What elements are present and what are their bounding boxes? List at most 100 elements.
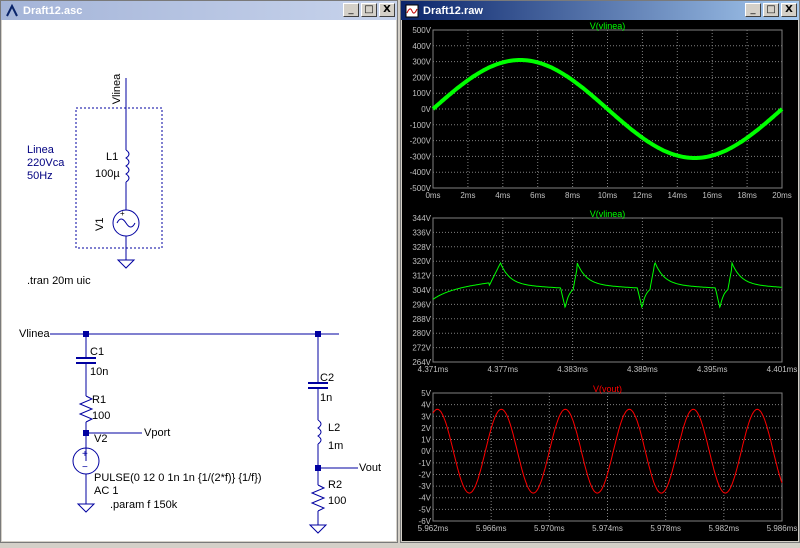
x-tick-label: 5.970ms — [534, 524, 565, 533]
l2-label: L2 — [328, 422, 340, 434]
ground-icon — [76, 503, 96, 513]
schematic-window[interactable]: Draft12.asc _ □ X Vlinea L1 100µ + V1 Li… — [0, 0, 398, 543]
x-tick-label: 12ms — [633, 191, 653, 200]
l1-inductor[interactable] — [125, 149, 130, 183]
ltspice-schematic-icon — [6, 3, 18, 16]
y-tick-label: -5V — [419, 505, 432, 514]
r1-value: 100 — [92, 410, 110, 422]
y-tick-label: 1V — [421, 436, 431, 445]
c1-label: C1 — [90, 346, 104, 358]
vout-label: Vout — [359, 462, 381, 474]
minus-icon: − — [82, 462, 88, 473]
close-button[interactable]: X — [379, 3, 395, 17]
y-tick-label: -400V — [410, 168, 432, 177]
y-tick-label: 0V — [421, 105, 431, 114]
x-tick-label: 5.986ms — [767, 524, 798, 533]
waveform-plots[interactable]: V(vlinea)500V400V300V200V100V0V-100V-200… — [402, 20, 800, 543]
note-linea: Linea — [27, 144, 55, 156]
vlinea-bus-label: Vlinea — [19, 328, 50, 340]
y-tick-label: -1V — [419, 459, 432, 468]
x-tick-label: 6ms — [530, 191, 545, 200]
y-tick-label: 312V — [412, 272, 431, 281]
l1-label: L1 — [106, 151, 118, 163]
l2-inductor[interactable] — [317, 419, 322, 445]
vlinea-top-label: Vlinea — [111, 73, 123, 104]
tran-directive[interactable]: .tran 20m uic — [27, 275, 91, 287]
x-tick-label: 8ms — [565, 191, 580, 200]
y-tick-label: -300V — [410, 152, 432, 161]
x-tick-label: 5.978ms — [650, 524, 681, 533]
waveform-trace[interactable] — [432, 261, 783, 309]
schematic-drawing[interactable]: Vlinea L1 100µ + V1 Linea 220Vca 50Hz .t… — [2, 20, 398, 543]
close-button[interactable]: X — [781, 3, 797, 17]
y-tick-label: 2V — [421, 424, 431, 433]
param-directive[interactable]: .param f 150k — [110, 499, 178, 511]
r1-resistor[interactable] — [78, 395, 94, 423]
r2-resistor[interactable] — [310, 484, 326, 512]
x-tick-label: 2ms — [460, 191, 475, 200]
note-frequency: 50Hz — [27, 170, 53, 182]
y-tick-label: 344V — [412, 214, 431, 223]
minimize-button[interactable]: _ — [343, 3, 359, 17]
maximize-button[interactable]: □ — [763, 3, 779, 17]
y-tick-label: 296V — [412, 300, 431, 309]
x-tick-label: 4.389ms — [627, 365, 658, 374]
y-tick-label: -3V — [419, 482, 432, 491]
l1-value: 100µ — [95, 168, 120, 180]
schematic-title: Draft12.asc — [23, 4, 83, 17]
y-tick-label: 100V — [412, 89, 431, 98]
y-tick-label: -2V — [419, 470, 432, 479]
y-tick-label: 336V — [412, 228, 431, 237]
y-tick-label: 280V — [412, 329, 431, 338]
sine-icon — [116, 218, 136, 228]
y-tick-label: 272V — [412, 344, 431, 353]
minimize-button[interactable]: _ — [745, 3, 761, 17]
y-tick-label: 328V — [412, 243, 431, 252]
y-tick-label: 300V — [412, 58, 431, 67]
x-tick-label: 4.401ms — [767, 365, 798, 374]
y-tick-label: 3V — [421, 412, 431, 421]
y-tick-label: 400V — [412, 42, 431, 51]
x-tick-label: 4.371ms — [418, 365, 449, 374]
y-tick-label: -200V — [410, 137, 432, 146]
waveform-window[interactable]: Draft12.raw _ □ X V(vlinea) 500V 400V 300V 2… — [400, 0, 800, 543]
r2-label: R2 — [328, 479, 342, 491]
v2-pulse-value: PULSE(0 12 0 1n 1n {1/(2*f)} {1/f}) — [94, 472, 262, 484]
x-tick-label: 18ms — [737, 191, 757, 200]
c2-value: 1n — [320, 392, 332, 404]
v2-label: V2 — [94, 433, 107, 445]
schematic-titlebar[interactable]: Draft12.asc _ □ X — [1, 1, 397, 20]
x-tick-label: 4.383ms — [557, 365, 588, 374]
x-tick-label: 5.962ms — [418, 524, 449, 533]
r2-value: 100 — [328, 495, 346, 507]
plus-icon: + — [120, 209, 125, 218]
plus-icon: + — [82, 449, 88, 460]
y-tick-label: 304V — [412, 286, 431, 295]
c2-label: C2 — [320, 372, 334, 384]
x-tick-label: 4.377ms — [487, 365, 518, 374]
x-tick-label: 16ms — [702, 191, 722, 200]
x-tick-label: 20ms — [772, 191, 792, 200]
x-tick-label: 4.395ms — [697, 365, 728, 374]
y-tick-label: 320V — [412, 257, 431, 266]
vport-label: Vport — [144, 427, 170, 439]
schematic-canvas[interactable]: Vlinea L1 100µ + V1 Linea 220Vca 50Hz .t… — [2, 20, 396, 541]
maximize-button[interactable]: □ — [361, 3, 377, 17]
y-tick-label: 5V — [421, 389, 431, 398]
l2-value: 1m — [328, 440, 343, 452]
waveform-canvas[interactable]: V(vlinea) 500V 400V 300V 200V 100V 0V -100V -200… — [402, 20, 798, 541]
c1-value: 10n — [90, 366, 108, 378]
x-tick-label: 10ms — [598, 191, 618, 200]
y-tick-label: 200V — [412, 73, 431, 82]
y-tick-label: 0V — [421, 447, 431, 456]
ground-icon — [308, 524, 328, 534]
x-tick-label: 5.966ms — [476, 524, 507, 533]
waveform-title: Draft12.raw — [423, 4, 483, 17]
x-tick-label: 14ms — [668, 191, 688, 200]
y-tick-label: 500V — [412, 26, 431, 35]
waveform-titlebar[interactable]: Draft12.raw _ □ X — [401, 1, 799, 20]
ground-icon — [116, 259, 136, 269]
x-tick-label: 4ms — [495, 191, 510, 200]
x-tick-label: 5.974ms — [592, 524, 623, 533]
waveform-trace[interactable] — [431, 58, 784, 160]
